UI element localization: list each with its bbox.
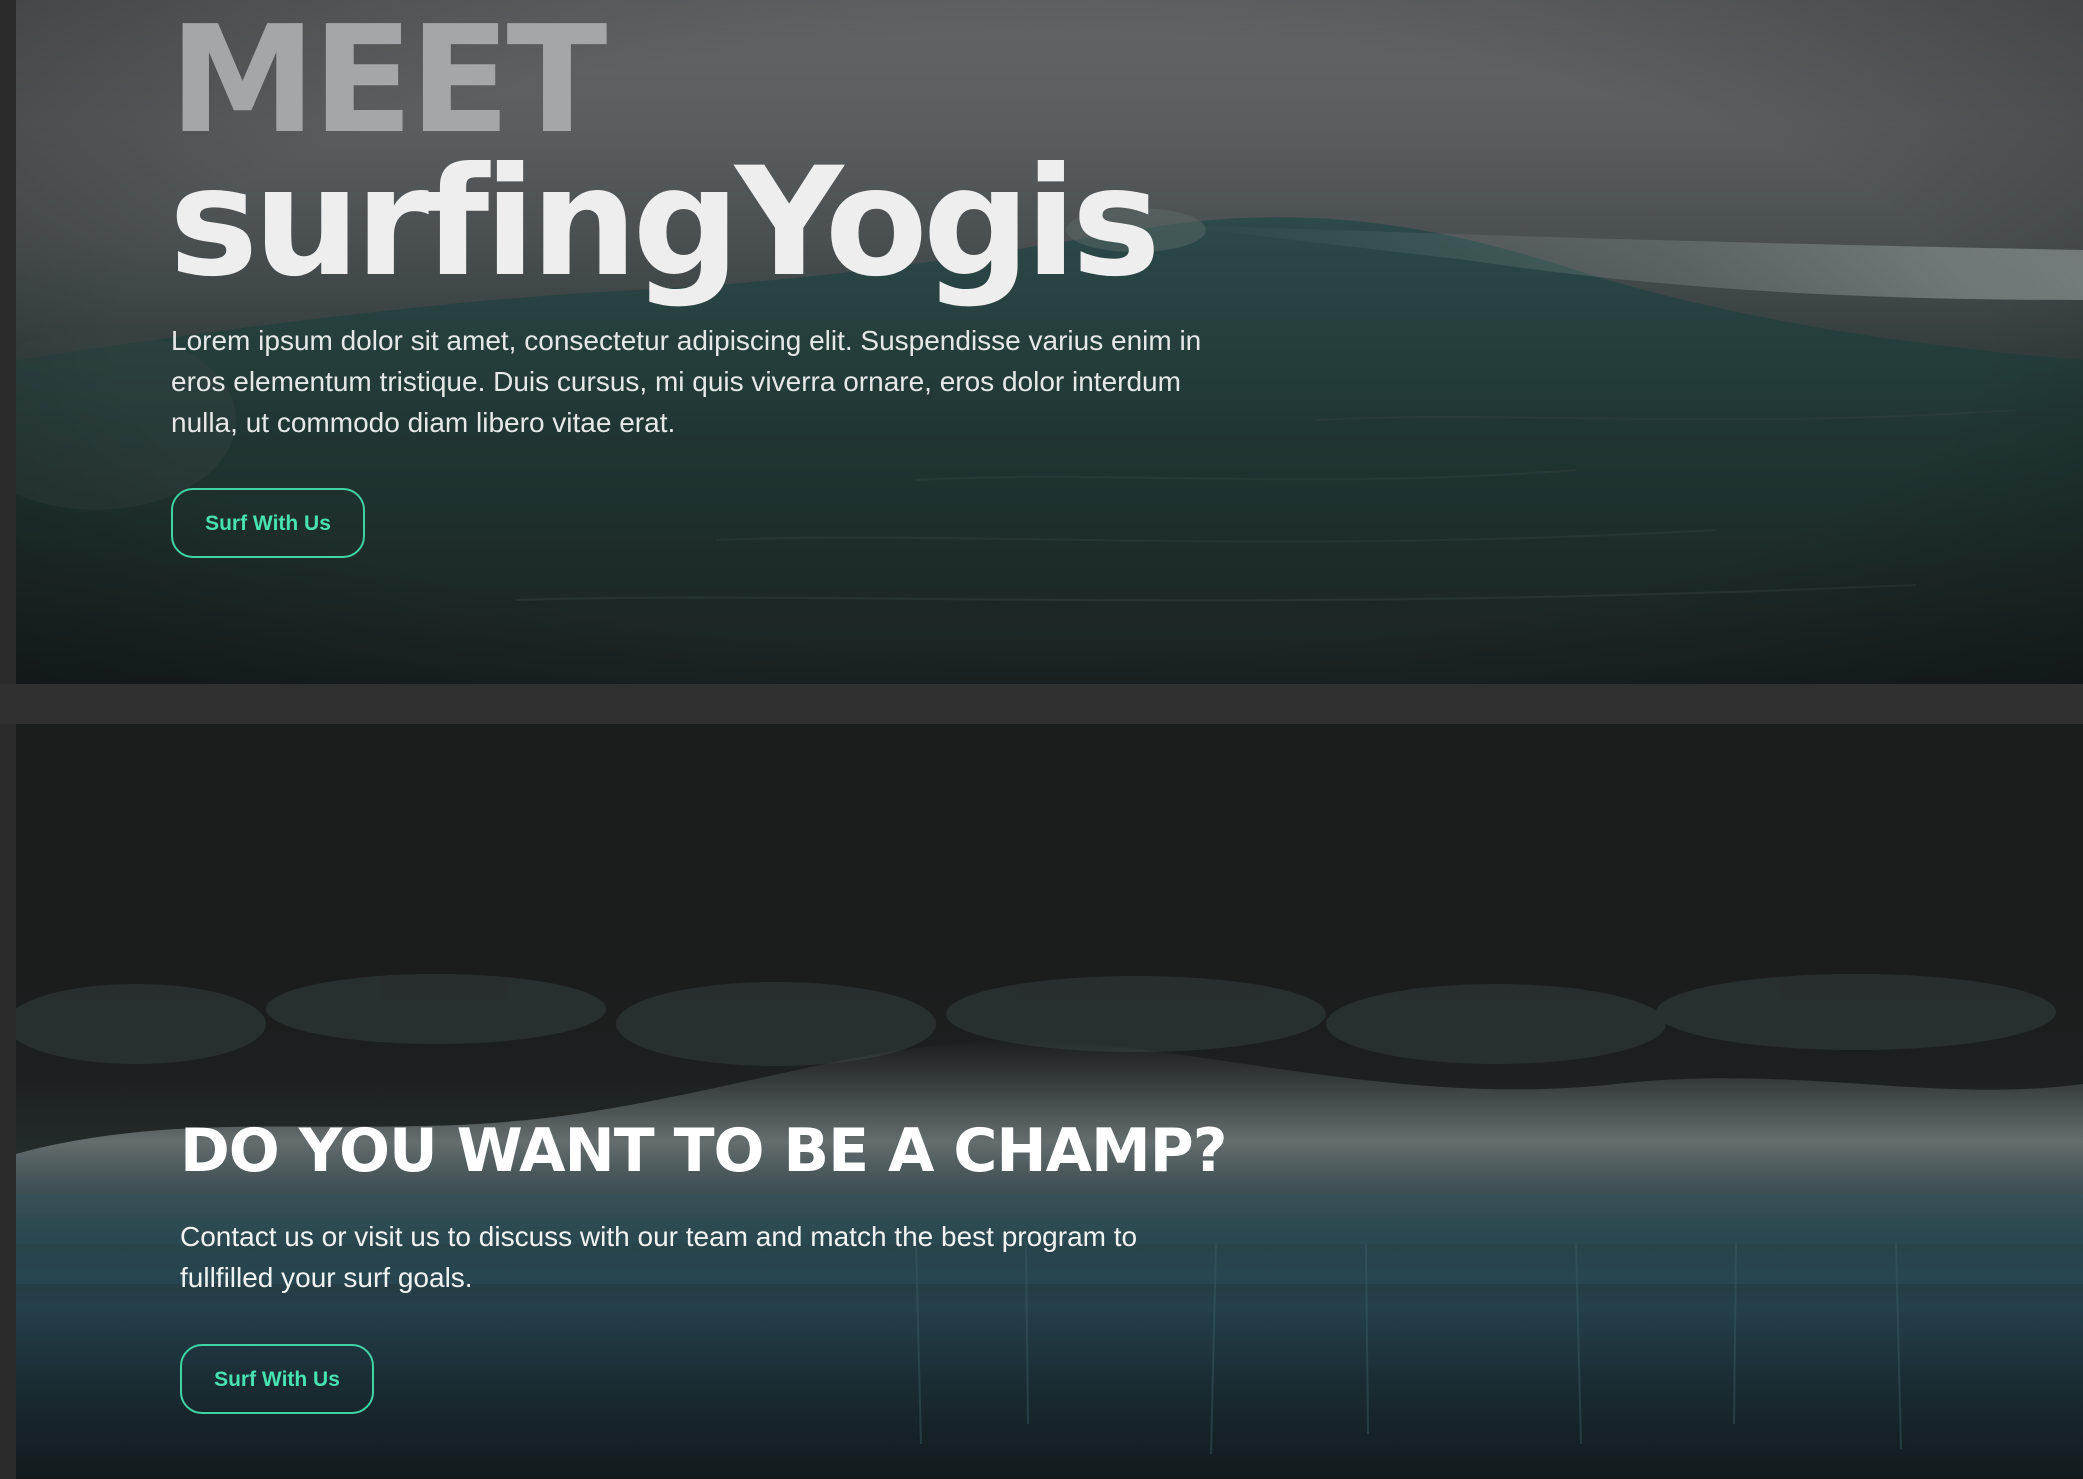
hero-title: surfingYogis bbox=[169, 136, 1161, 310]
hero-section: MEET surfingYogis Lorem ipsum dolor sit … bbox=[16, 0, 2083, 684]
page: MEET surfingYogis Lorem ipsum dolor sit … bbox=[0, 0, 2083, 1479]
hero-eyebrow: MEET bbox=[169, 0, 607, 166]
section-divider bbox=[0, 684, 2083, 724]
champ-section: DO YOU WANT TO BE A CHAMP? Contact us or… bbox=[16, 724, 2083, 1479]
hero-surf-with-us-button[interactable]: Surf With Us bbox=[171, 488, 365, 558]
champ-surf-with-us-button[interactable]: Surf With Us bbox=[180, 1344, 374, 1414]
champ-description: Contact us or visit us to discuss with o… bbox=[180, 1221, 1138, 1293]
hero-description: Lorem ipsum dolor sit amet, consectetur … bbox=[171, 325, 1202, 438]
champ-title: DO YOU WANT TO BE A CHAMP? bbox=[180, 1116, 1227, 1186]
left-edge bbox=[0, 0, 16, 1479]
